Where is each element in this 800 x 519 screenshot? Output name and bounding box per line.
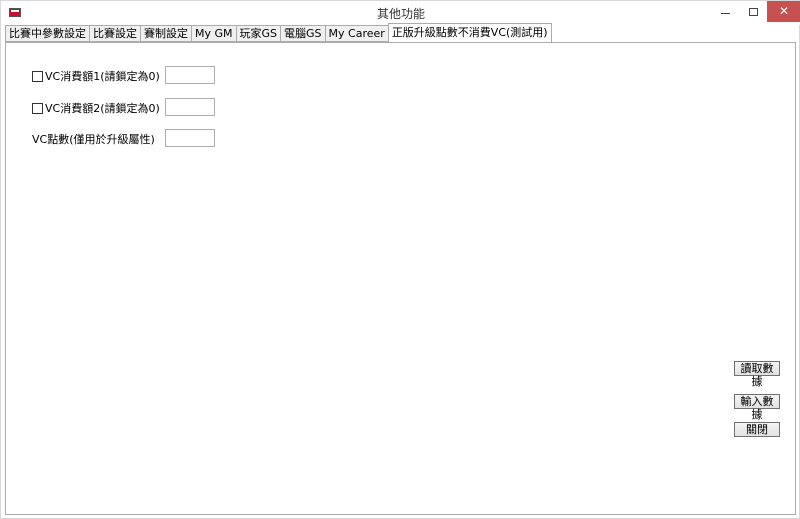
window-title: 其他功能: [376, 7, 425, 21]
app-window: 其他功能 ✕ 比賽中參數設定 比賽設定 賽制設定 My GM 玩家GS 電腦GS…: [0, 0, 800, 519]
tab-my-gm[interactable]: My GM: [191, 25, 236, 42]
vc1-row: VC消費額1(請鎖定為0): [32, 68, 160, 84]
tab-in-game-params[interactable]: 比賽中參數設定: [5, 25, 89, 42]
vc-points-input[interactable]: [165, 129, 215, 147]
maximize-icon: [748, 7, 758, 16]
read-data-button[interactable]: 讀取數據: [734, 361, 780, 388]
tab-player-gs[interactable]: 玩家GS: [235, 25, 281, 42]
tab-bar: 比賽中參數設定 比賽設定 賽制設定 My GM 玩家GS 電腦GS My Car…: [5, 23, 552, 42]
vc-points-row: VC點數(僅用於升級屬性): [32, 131, 155, 147]
tab-panel: VC消費額1(請鎖定為0) VC消費額2(請鎖定為0) VC點數(僅用於升級屬性…: [5, 42, 796, 515]
close-button[interactable]: 關閉: [734, 422, 780, 437]
minimize-icon: [720, 13, 730, 14]
tab-vc-test[interactable]: 正版升級點數不消費VC(測試用): [387, 23, 552, 42]
vc2-label: VC消費額2(請鎖定為0): [45, 102, 160, 115]
title-bar[interactable]: 其他功能 ✕: [1, 1, 800, 25]
tab-game-settings[interactable]: 比賽設定: [89, 25, 140, 42]
tab-cpu-gs[interactable]: 電腦GS: [280, 25, 325, 42]
vc-points-label: VC點數(僅用於升級屬性): [32, 133, 155, 146]
vc1-input[interactable]: [165, 66, 215, 84]
vc1-checkbox[interactable]: [32, 70, 43, 82]
tab-format-settings[interactable]: 賽制設定: [140, 25, 191, 42]
vc2-checkbox[interactable]: [32, 102, 43, 114]
vc2-input[interactable]: [165, 98, 215, 116]
vc1-label: VC消費額1(請鎖定為0): [45, 70, 160, 83]
close-window-button[interactable]: ✕: [767, 1, 800, 22]
maximize-button[interactable]: [739, 1, 767, 22]
vc2-row: VC消費額2(請鎖定為0): [32, 100, 160, 116]
write-data-button[interactable]: 輸入數據: [734, 394, 780, 421]
minimize-button[interactable]: [711, 1, 739, 22]
tab-my-career[interactable]: My Career: [324, 25, 388, 42]
close-icon: ✕: [778, 4, 790, 18]
